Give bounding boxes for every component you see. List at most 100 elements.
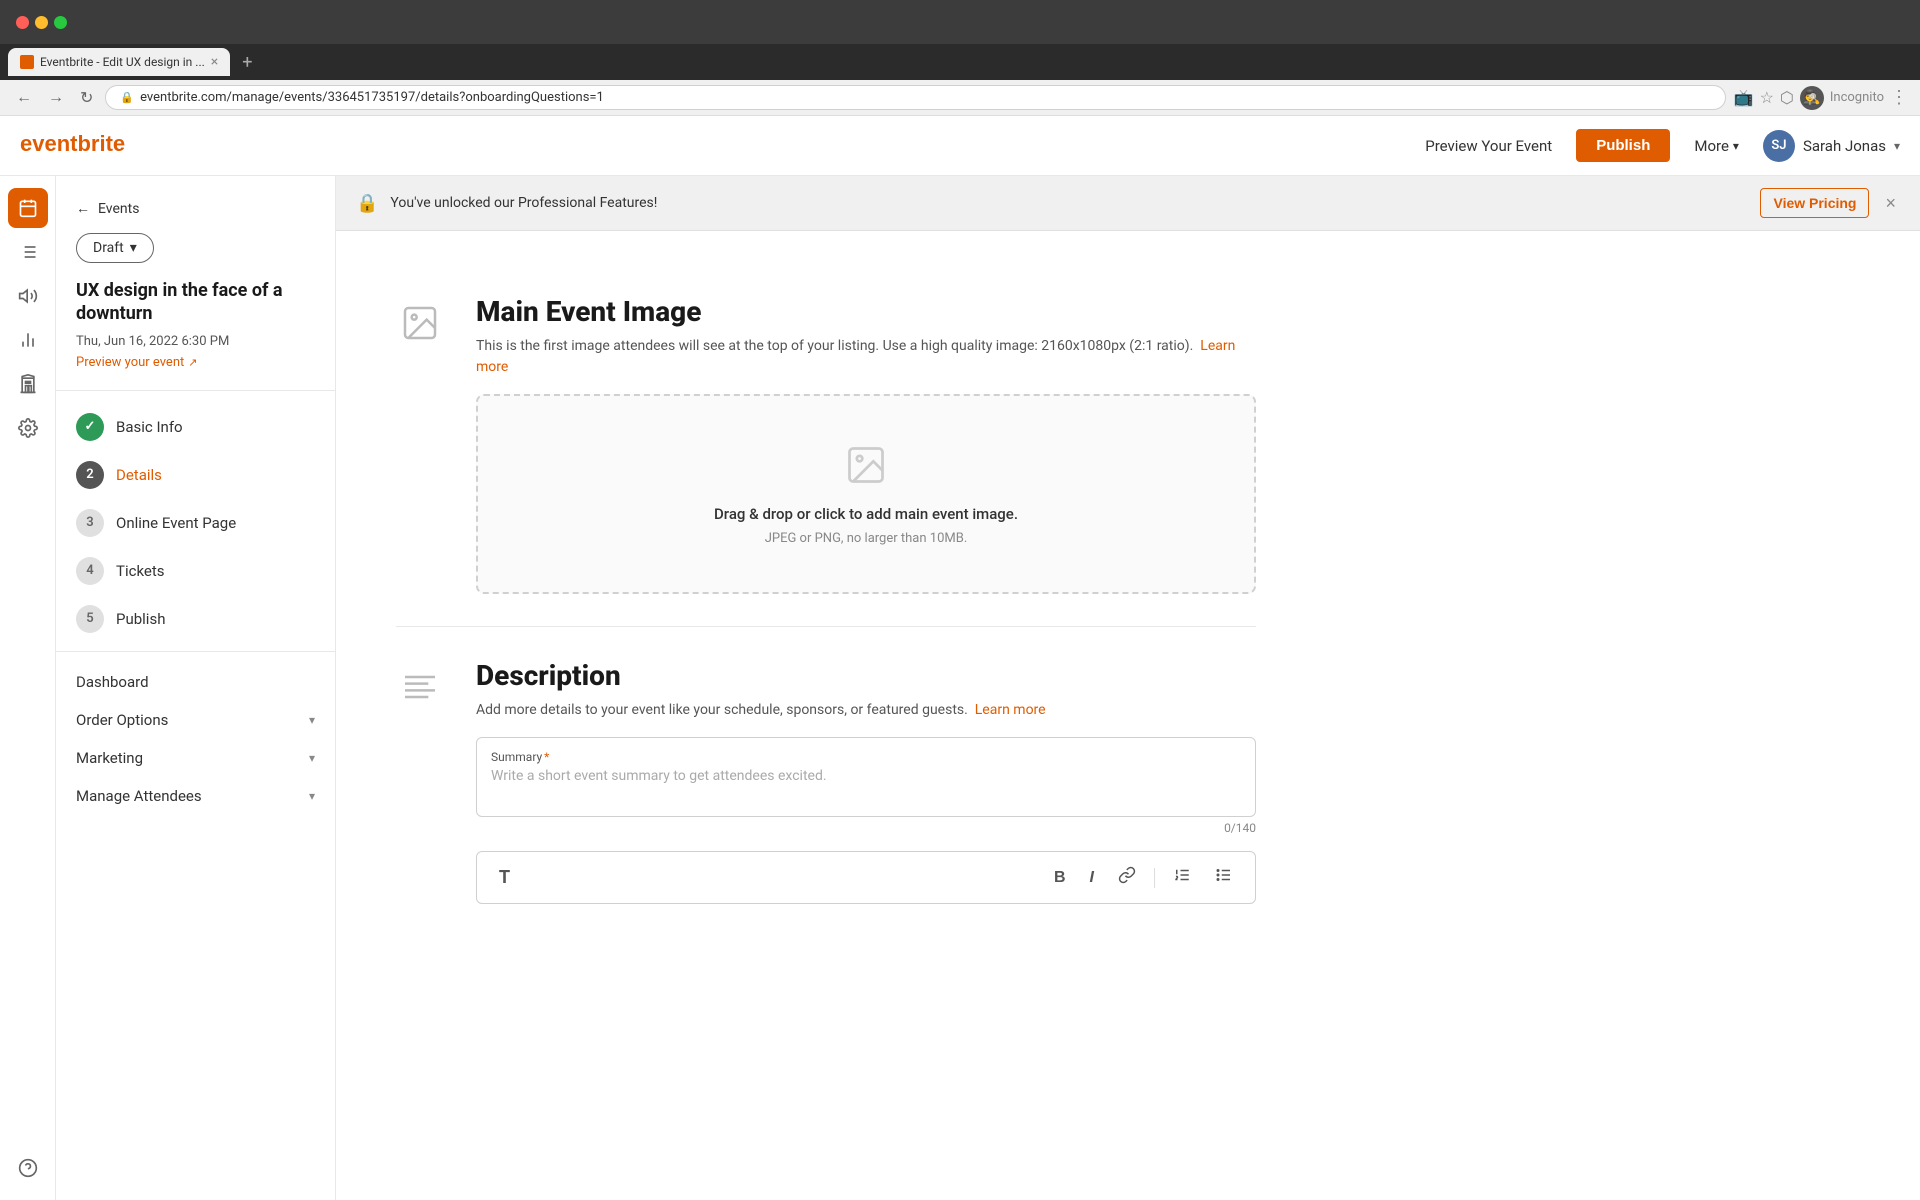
description-section-icon <box>396 663 444 711</box>
event-title: UX design in the face of a downturn <box>76 279 315 326</box>
sidebar-item-manage-attendees[interactable]: Manage Attendees ▾ <box>56 777 335 815</box>
summary-placeholder: Write a short event summary to get atten… <box>491 768 1241 784</box>
tab-favicon <box>20 55 34 69</box>
upload-subtext: JPEG or PNG, no larger than 10MB. <box>765 531 968 546</box>
step-circle-tickets: 4 <box>76 557 104 585</box>
more-menu[interactable]: More ▾ <box>1694 137 1739 155</box>
sidebar-item-online-event-page[interactable]: 3 Online Event Page <box>56 499 335 547</box>
sidebar-icon-megaphone[interactable] <box>8 276 48 316</box>
description-section-content: Description Add more details to your eve… <box>476 659 1256 904</box>
toolbar-italic-btn[interactable]: I <box>1084 865 1100 891</box>
sidebar-item-dashboard[interactable]: Dashboard <box>56 663 335 701</box>
minimize-window-btn[interactable] <box>35 16 48 29</box>
external-link-icon: ↗ <box>188 356 197 369</box>
sidebar-icon-help[interactable] <box>8 1148 48 1188</box>
order-options-chevron-icon: ▾ <box>309 713 315 727</box>
step-label-basic-info: Basic Info <box>116 418 183 436</box>
image-upload-dropzone[interactable]: Drag & drop or click to add main event i… <box>476 394 1256 594</box>
app-container: eventbrite Preview Your Event Publish Mo… <box>0 116 1920 1200</box>
banner-close-btn[interactable]: × <box>1881 189 1900 218</box>
rich-text-toolbar: T B I <box>476 851 1256 904</box>
main-area: ← Events Draft ▾ UX design in the face o… <box>0 176 1920 1200</box>
summary-field[interactable]: Summary * Write a short event summary to… <box>476 737 1256 817</box>
description-section-title: Description <box>476 659 1256 692</box>
toolbar-bold-btn[interactable]: B <box>1048 865 1072 891</box>
ssl-lock-icon: 🔒 <box>120 91 134 104</box>
description-learn-more-link[interactable]: Learn more <box>975 702 1046 718</box>
banner-message: You've unlocked our Professional Feature… <box>390 195 1748 211</box>
back-arrow-icon: ← <box>76 200 90 217</box>
maximize-window-btn[interactable] <box>54 16 67 29</box>
step-label-online-event: Online Event Page <box>116 514 236 532</box>
sidebar-item-tickets[interactable]: 4 Tickets <box>56 547 335 595</box>
sidebar-item-basic-info[interactable]: ✓ Basic Info <box>56 403 335 451</box>
required-indicator: * <box>544 750 549 764</box>
sidebar-item-order-options[interactable]: Order Options ▾ <box>56 701 335 739</box>
eventbrite-logo: eventbrite <box>20 129 150 163</box>
incognito-icon: 🕵 <box>1800 86 1824 110</box>
manage-attendees-label: Manage Attendees <box>76 787 202 805</box>
top-nav-actions: Preview Your Event Publish More ▾ SJ Sar… <box>1425 129 1900 162</box>
sidebar-icon-gear[interactable] <box>8 408 48 448</box>
marketing-chevron-icon: ▾ <box>309 751 315 765</box>
close-window-btn[interactable] <box>16 16 29 29</box>
manage-attendees-chevron-icon: ▾ <box>309 789 315 803</box>
toolbar-unordered-list-btn[interactable] <box>1209 862 1239 893</box>
browser-toolbar: 📺 ☆ ⬡ 🕵 Incognito ⋮ <box>1734 86 1908 110</box>
sidebar-icon-calendar[interactable] <box>8 188 48 228</box>
user-avatar: SJ <box>1763 130 1795 162</box>
toolbar-link-btn[interactable] <box>1112 862 1142 893</box>
browser-tab-active[interactable]: Eventbrite - Edit UX design in ... × <box>8 48 230 76</box>
draft-chevron-icon: ▾ <box>130 240 137 256</box>
step-label-details: Details <box>116 466 162 484</box>
banner-lock-icon: 🔒 <box>356 193 378 214</box>
sidebar-icon-building[interactable] <box>8 364 48 404</box>
publish-btn[interactable]: Publish <box>1576 129 1670 162</box>
tab-close-btn[interactable]: × <box>211 54 218 70</box>
toolbar-right: B I <box>1048 862 1239 893</box>
sidebar-item-details[interactable]: 2 Details <box>56 451 335 499</box>
bookmark-icon[interactable]: ☆ <box>1760 88 1774 107</box>
sidebar-icon-list[interactable] <box>8 232 48 272</box>
promo-banner: 🔒 You've unlocked our Professional Featu… <box>336 176 1920 231</box>
sidebar-icon-chart[interactable] <box>8 320 48 360</box>
tab-title: Eventbrite - Edit UX design in ... <box>40 55 205 69</box>
step-circle-basic-info: ✓ <box>76 413 104 441</box>
url-bar[interactable]: 🔒 eventbrite.com/manage/events/336451735… <box>105 85 1725 110</box>
preview-event-link[interactable]: Preview Your Event <box>1425 137 1552 155</box>
order-options-label: Order Options <box>76 711 168 729</box>
refresh-btn[interactable]: ↻ <box>76 84 97 112</box>
user-menu[interactable]: SJ Sarah Jonas ▾ <box>1763 130 1900 162</box>
window-controls <box>16 16 67 29</box>
toolbar-left: T <box>493 863 516 892</box>
forward-btn[interactable]: → <box>44 85 68 111</box>
back-label: Events <box>98 201 139 217</box>
event-info: UX design in the face of a downturn Thu,… <box>56 279 335 391</box>
draft-button[interactable]: Draft ▾ <box>76 233 154 263</box>
menu-icon[interactable]: ⋮ <box>1890 87 1908 108</box>
toolbar-format-btn[interactable]: T <box>493 863 516 892</box>
toolbar-ordered-list-btn[interactable] <box>1167 862 1197 893</box>
dashboard-label: Dashboard <box>76 673 149 691</box>
user-chevron-icon: ▾ <box>1894 139 1900 153</box>
step-label-tickets: Tickets <box>116 562 165 580</box>
upload-text: Drag & drop or click to add main event i… <box>714 505 1018 523</box>
top-nav: eventbrite Preview Your Event Publish Mo… <box>0 116 1920 176</box>
view-pricing-btn[interactable]: View Pricing <box>1760 188 1869 218</box>
sidebar-nav: ← Events Draft ▾ UX design in the face o… <box>56 176 336 1200</box>
preview-event-link-sidebar[interactable]: Preview your event ↗ <box>76 355 315 370</box>
sidebar-menu: ✓ Basic Info 2 Details 3 Online Event Pa… <box>56 391 335 827</box>
image-section-desc: This is the first image attendees will s… <box>476 336 1256 378</box>
svg-text:eventbrite: eventbrite <box>20 131 125 156</box>
main-content-area: Main Event Image This is the first image… <box>336 231 1920 1200</box>
back-btn[interactable]: ← <box>12 85 36 111</box>
back-to-events[interactable]: ← Events <box>56 192 335 225</box>
user-name: Sarah Jonas <box>1803 137 1886 155</box>
sidebar-item-marketing[interactable]: Marketing ▾ <box>56 739 335 777</box>
image-section-icon <box>396 299 444 347</box>
new-tab-btn[interactable]: + <box>234 52 260 73</box>
sidebar-item-publish[interactable]: 5 Publish <box>56 595 335 643</box>
upload-placeholder-icon <box>844 443 888 497</box>
url-text: eventbrite.com/manage/events/33645173519… <box>140 90 604 105</box>
toolbar-divider <box>1154 868 1155 888</box>
